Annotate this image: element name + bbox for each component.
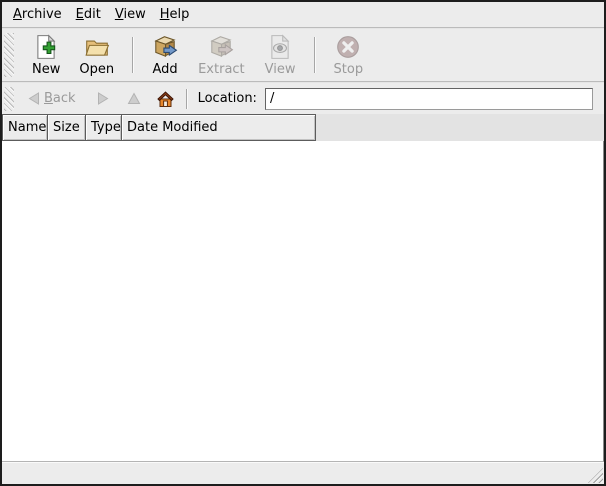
column-header-filler — [316, 114, 604, 141]
toolbar-separator-1 — [132, 37, 134, 73]
extract-button-label: Extract — [198, 62, 245, 77]
up-icon — [127, 92, 141, 105]
new-button[interactable]: New — [24, 31, 68, 79]
file-list-area[interactable] — [2, 141, 604, 462]
menu-bar: Archive Edit View Help — [2, 2, 604, 27]
home-icon — [157, 91, 174, 107]
view-button[interactable]: View — [257, 31, 304, 79]
back-icon — [28, 92, 41, 105]
column-header-size[interactable]: Size — [48, 114, 86, 141]
archive-manager-window: { "menu": { "items": [ { "label": "Archi… — [0, 0, 606, 486]
forward-icon — [96, 92, 109, 105]
stop-icon — [335, 34, 361, 60]
status-bar — [2, 462, 604, 484]
view-file-icon — [267, 34, 293, 60]
locationbar-drag-handle[interactable] — [4, 87, 14, 111]
location-input[interactable] — [265, 88, 593, 110]
location-label: Location: — [198, 91, 257, 106]
stop-button[interactable]: Stop — [326, 31, 372, 79]
location-toolbar: Back Location: — [2, 83, 604, 114]
menu-archive[interactable]: Archive — [6, 4, 69, 25]
open-button[interactable]: Open — [71, 31, 122, 79]
column-header-row: Name Size Type Date Modified — [2, 114, 604, 141]
forward-button[interactable] — [90, 88, 115, 109]
locationbar-separator — [186, 89, 188, 109]
add-button[interactable]: Add — [144, 31, 186, 79]
status-text — [2, 463, 604, 469]
toolbar-drag-handle[interactable] — [4, 33, 14, 77]
toolbar-separator-2 — [314, 37, 316, 73]
main-toolbar: New Open Add — [2, 29, 604, 81]
back-button[interactable]: Back — [22, 87, 82, 110]
add-files-icon — [152, 34, 178, 60]
extract-icon — [208, 34, 234, 60]
stop-button-label: Stop — [334, 62, 364, 77]
column-header-name[interactable]: Name — [2, 114, 48, 141]
new-archive-icon — [33, 34, 59, 60]
menu-help[interactable]: Help — [153, 4, 197, 25]
column-header-date-modified[interactable]: Date Modified — [122, 114, 316, 141]
open-archive-icon — [84, 34, 110, 60]
up-button[interactable] — [121, 88, 147, 109]
view-button-label: View — [265, 62, 296, 77]
open-button-label: Open — [79, 62, 114, 77]
resize-grip[interactable] — [588, 468, 603, 483]
extract-button[interactable]: Extract — [190, 31, 253, 79]
menu-edit[interactable]: Edit — [69, 4, 108, 25]
column-header-type[interactable]: Type — [86, 114, 122, 141]
new-button-label: New — [32, 62, 60, 77]
back-button-label: Back — [44, 91, 76, 106]
home-button[interactable] — [151, 87, 180, 111]
add-button-label: Add — [153, 62, 178, 77]
menu-view[interactable]: View — [108, 4, 153, 25]
